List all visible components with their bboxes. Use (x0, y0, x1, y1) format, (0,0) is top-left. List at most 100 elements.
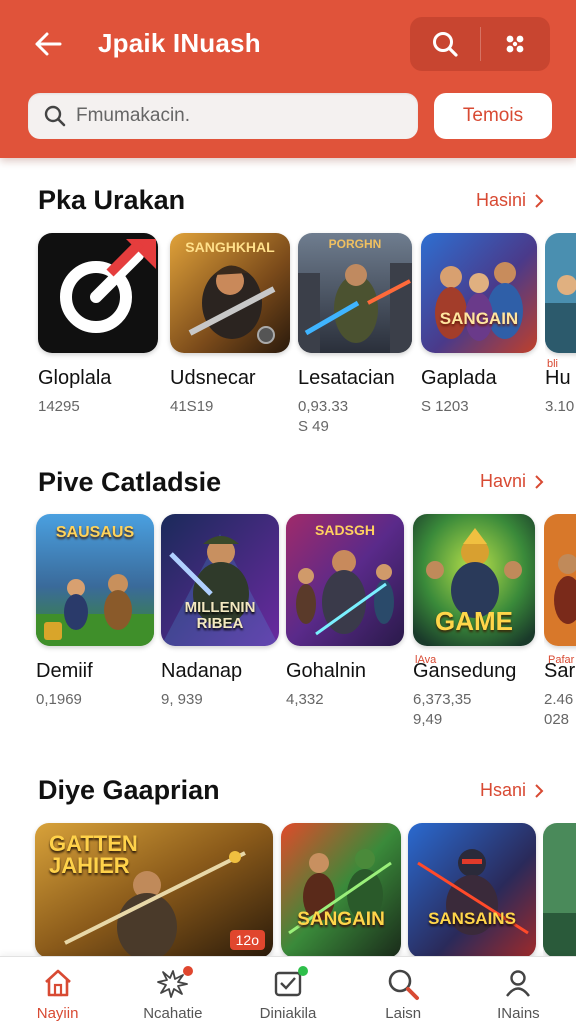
game-name: Gohalnin (286, 660, 367, 682)
app-meta: 3.10 (545, 398, 575, 415)
game-tag: Pafar (548, 654, 575, 666)
thumbnail-title: PORGHN (328, 237, 382, 251)
app-thumbnail (545, 233, 576, 353)
app-name: Gloplala (38, 367, 112, 389)
see-all-link[interactable]: Hsani (480, 780, 544, 801)
game-meta: 0,1969 (36, 691, 82, 708)
app-meta: S 1203 (421, 398, 469, 415)
game-thumbnail (543, 823, 576, 958)
game-card[interactable]: SADSGH Gohalnin 4,332 (286, 514, 404, 709)
app-meta: 41S19 (170, 398, 214, 415)
thumbnail-title: SANGAIN (297, 909, 385, 930)
thumbnail-title: SANGAIN (439, 309, 519, 328)
featured-banner[interactable]: GATTEN JAHIER 12o (35, 823, 273, 958)
nav-label: Laisn (385, 1005, 422, 1022)
nav-item-activity[interactable]: Ncahatie (115, 957, 230, 1024)
game-card[interactable]: GAME lAva Gansedung 6,373,35 9,49 (413, 514, 535, 729)
profile-icon (506, 970, 531, 997)
banner-thumbnail: GATTEN JAHIER 12o (35, 823, 273, 958)
app-thumbnail: SANGAIN (421, 233, 537, 353)
game-thumbnail (544, 514, 576, 646)
app-card[interactable]: SANGHKHAL Udsnecar 41S19 (170, 233, 290, 416)
game-thumbnail: SAUSAUS (36, 514, 154, 646)
game-card[interactable] (543, 823, 576, 958)
game-meta: 6,373,35 (413, 691, 472, 708)
game-thumbnail: SANGAIN (281, 823, 401, 958)
game-name: Nadanap (161, 660, 243, 682)
banner-badge: 12o (229, 930, 265, 950)
see-all-label: Havni (479, 471, 526, 491)
nav-item-search[interactable]: Laisn (346, 957, 461, 1024)
app-name: Gaplada (421, 367, 497, 389)
game-card[interactable]: Pafar Sar 2.46 028 (544, 514, 576, 729)
header-actions (410, 17, 550, 71)
search-field[interactable] (28, 93, 418, 139)
see-all-link[interactable]: Havni (480, 471, 544, 492)
status-dot (298, 966, 309, 976)
app-meta: 14295 (38, 398, 80, 415)
thumbnail-title: SAUSAUS (55, 524, 135, 541)
search-icon (432, 32, 458, 57)
nav-label: Ncahatie (143, 1005, 203, 1022)
section-title: Diye Gaaprian (38, 775, 220, 805)
search-icon (44, 105, 66, 127)
header-apps-button[interactable] (481, 17, 551, 71)
game-thumbnail: MILLENIN RIBEA (161, 514, 279, 646)
app-meta-secondary: S 49 (298, 418, 329, 435)
search-input[interactable] (76, 105, 406, 127)
game-meta-secondary: 9,49 (413, 711, 443, 728)
thumbnail-title: SANGHKHAL (185, 239, 275, 255)
game-tag: lAva (415, 654, 437, 666)
nav-item-profile[interactable]: INains (461, 957, 576, 1024)
nav-label: Diniakila (259, 1005, 317, 1022)
game-meta: 2.46 (544, 691, 574, 708)
section-3: Diye Gaaprian Hsani GATTEN JAHIER 12o SA… (0, 770, 576, 958)
app-header: Jpaik INuash Temois (0, 0, 576, 158)
app-meta: 0,93.33 (298, 398, 349, 415)
game-meta-secondary: 028 (544, 711, 570, 728)
game-thumbnail: SADSGH (286, 514, 404, 646)
app-name: Udsnecar (170, 367, 256, 389)
section-2: Pive Catladsie Havni SAUSAUS Demiif 0,19… (0, 462, 576, 752)
app-name: Hu (545, 367, 571, 389)
app-thumbnail (38, 233, 158, 353)
game-meta: 9, 939 (161, 691, 203, 708)
app-card[interactable]: PORGHN Lesatacian 0,93.33 S 49 (298, 233, 412, 436)
apps-icon (506, 35, 524, 53)
app-thumbnail: PORGHN (298, 233, 412, 353)
filter-pill-button[interactable]: Temois (434, 93, 552, 139)
app-card[interactable]: bli Hu 3.10 (545, 233, 576, 416)
chevron-right-icon (535, 193, 544, 208)
game-card[interactable]: SAUSAUS Demiif 0,1969 (36, 514, 154, 709)
see-all-link[interactable]: Hasini (476, 190, 544, 211)
app-title: Jpaik INuash (98, 28, 261, 58)
back-arrow-icon (35, 32, 62, 56)
back-button[interactable] (28, 26, 68, 62)
game-card[interactable]: SANSAINS (408, 823, 536, 958)
thumbnail-title: SADSGH (315, 522, 375, 538)
app-thumbnail: SANGHKHAL (170, 233, 290, 353)
thumbnail-title: GAME (435, 606, 513, 636)
game-thumbnail: GAME (413, 514, 535, 646)
see-all-label: Hasini (475, 190, 526, 210)
app-card[interactable]: SANGAIN Gaplada S 1203 (421, 233, 537, 416)
app-card[interactable]: Gloplala 14295 (38, 233, 158, 416)
nav-label: INains (497, 1005, 540, 1022)
see-all-label: Hsani (479, 780, 526, 800)
chevron-right-icon (535, 474, 544, 489)
bottom-navigation: Nayiin Ncahatie Diniakila Laisn INains (0, 956, 576, 1024)
nav-label: Nayiin (36, 1005, 79, 1022)
game-card[interactable]: MILLENIN RIBEA Nadanap 9, 939 (161, 514, 279, 709)
header-search-button[interactable] (410, 17, 480, 71)
game-card[interactable]: SANGAIN (281, 823, 401, 958)
section-title: Pka Urakan (38, 185, 186, 215)
banner-title: GATTEN JAHIER (49, 831, 138, 878)
nav-item-home[interactable]: Nayiin (0, 957, 115, 1024)
app-name: Lesatacian (298, 367, 395, 389)
thumbnail-title: SANSAINS (428, 909, 516, 928)
nav-item-inbox[interactable]: Diniakila (230, 957, 345, 1024)
thumbnail-title: MILLENIN RIBEA (184, 599, 256, 632)
section-title: Pive Catladsie (38, 467, 222, 497)
notification-dot (183, 966, 194, 976)
chevron-right-icon (535, 783, 544, 798)
